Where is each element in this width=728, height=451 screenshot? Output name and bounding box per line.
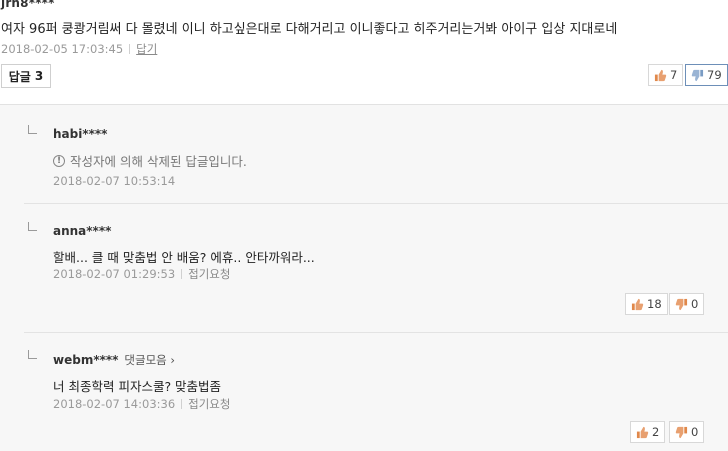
divider <box>181 399 183 409</box>
reply-author-line: webm**** 댓글모음 › <box>53 352 175 368</box>
dislike-button[interactable]: 79 <box>685 64 728 86</box>
comment-author[interactable]: jrh8**** <box>1 0 55 10</box>
reply-date: 2018-02-07 01:29:53 <box>53 267 176 281</box>
like-button[interactable]: 2 <box>630 421 666 443</box>
reply-item: habi**** ! 작성자에 의해 삭제된 답글입니다. 2018-02-07… <box>24 105 728 204</box>
like-count: 2 <box>652 425 660 439</box>
report-link[interactable]: 접기요청 <box>188 267 230 281</box>
reply-author[interactable]: webm**** <box>53 353 118 367</box>
replies-panel: habi**** ! 작성자에 의해 삭제된 답글입니다. 2018-02-07… <box>0 104 728 451</box>
reply-toggle-label: 답글 <box>8 69 31 84</box>
divider <box>129 44 131 54</box>
dislike-button[interactable]: 0 <box>669 421 705 443</box>
dislike-count: 0 <box>691 425 699 439</box>
reply-meta: 2018-02-07 01:29:53 접기요청 <box>53 266 230 282</box>
dislike-button[interactable]: 0 <box>669 293 705 315</box>
reply-text: 할배... 클 때 맞춤법 안 배움? 에휴.. 안타까워라... <box>53 250 315 265</box>
thumbs-down-icon <box>675 298 688 310</box>
divider <box>181 269 183 279</box>
thumbs-down-icon <box>691 69 704 81</box>
deleted-notice: ! 작성자에 의해 삭제된 답글입니다. <box>53 151 247 170</box>
comment-collection-link[interactable]: 댓글모음 › <box>124 353 175 367</box>
like-count: 7 <box>670 68 678 82</box>
reply-corner-icon <box>28 125 37 134</box>
reply-toggle-button[interactable]: 답글 3 <box>1 64 51 88</box>
reply-author[interactable]: anna**** <box>53 224 111 238</box>
thumbs-down-icon <box>675 426 688 438</box>
reply-text: 너 최종학력 피자스쿨? 맞춤법좀 <box>53 379 222 394</box>
thumbs-up-icon <box>636 426 649 438</box>
comment-text: 여자 96퍼 쿵쾅거림써 다 몰렸네 이니 하고싶은대로 다해거리고 이니좋다고… <box>1 22 618 37</box>
like-button[interactable]: 18 <box>625 293 668 315</box>
comment-date: 2018-02-05 17:03:45 <box>1 42 124 56</box>
reply-link[interactable]: 답기 <box>136 42 157 56</box>
thumbs-up-icon <box>631 298 644 310</box>
report-link[interactable]: 접기요청 <box>188 397 230 411</box>
reply-count: 3 <box>34 69 44 83</box>
reply-meta: 2018-02-07 14:03:36 접기요청 <box>53 396 230 412</box>
thumbs-up-icon <box>654 69 667 81</box>
reply-author[interactable]: habi**** <box>53 127 107 141</box>
info-icon: ! <box>53 154 65 167</box>
deleted-text: 작성자에 의해 삭제된 답글입니다. <box>70 154 247 169</box>
reply-item: webm**** 댓글모음 › 너 최종학력 피자스쿨? 맞춤법좀 2018-02… <box>24 333 728 451</box>
reply-date: 2018-02-07 10:53:14 <box>53 174 176 188</box>
reply-corner-icon <box>28 222 37 231</box>
dislike-count: 0 <box>691 297 699 311</box>
reply-corner-icon <box>28 350 37 359</box>
comment-meta: 2018-02-05 17:03:45 답기 <box>1 41 157 57</box>
reply-date: 2018-02-07 14:03:36 <box>53 397 176 411</box>
dislike-count: 79 <box>707 68 722 82</box>
like-button[interactable]: 7 <box>648 64 684 86</box>
reply-item: anna**** 할배... 클 때 맞춤법 안 배움? 에휴.. 안타까워라.… <box>24 204 728 333</box>
like-count: 18 <box>647 297 662 311</box>
